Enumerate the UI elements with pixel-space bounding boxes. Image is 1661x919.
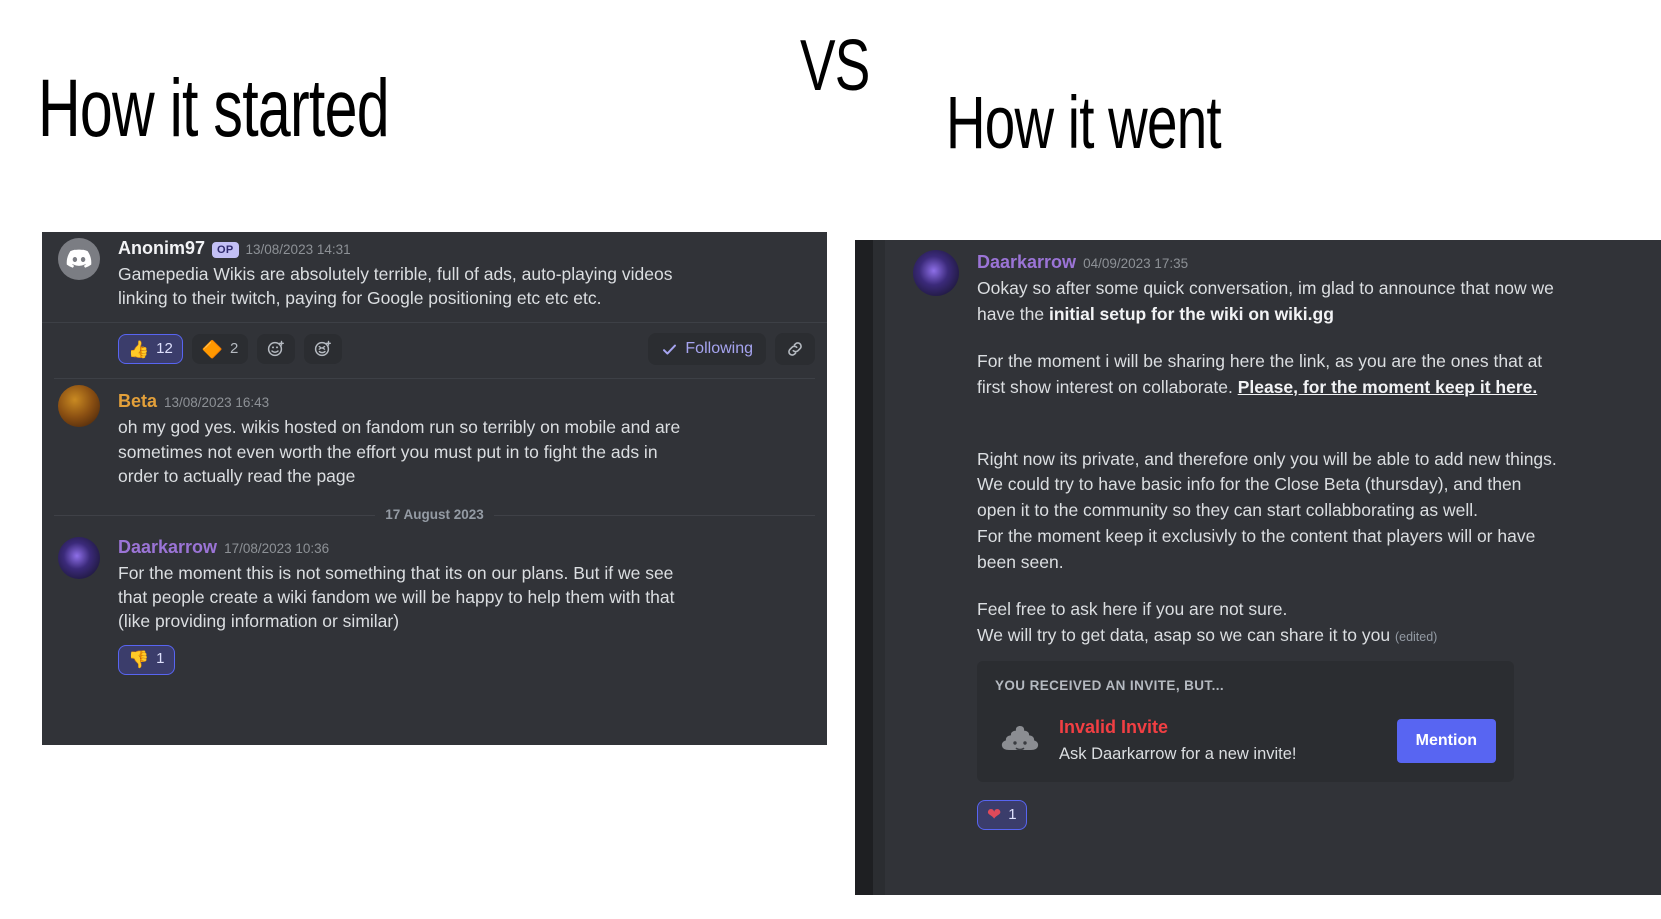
heart-reaction-row: ❤ 1 — [885, 788, 1661, 830]
paragraph-gap-2 — [977, 575, 1621, 597]
embed-row: Invalid Invite Ask Daarkarrow for a new … — [995, 715, 1496, 766]
keep-it-here-emphasis: Please, for the moment keep it here. — [1237, 376, 1538, 397]
link-icon — [788, 342, 802, 357]
reaction-diamond[interactable]: 🔶 2 — [191, 334, 249, 365]
invite-embed: YOU RECEIVED AN INVITE, BUT... Invalid I… — [977, 660, 1514, 782]
date-divider-label: 17 August 2023 — [385, 507, 484, 523]
paragraph-2-line-1: For the moment i will be sharing here th… — [977, 351, 1543, 372]
embed-text: Invalid Invite Ask Daarkarrow for a new … — [1059, 715, 1383, 766]
heart-icon: ❤ — [987, 805, 1002, 825]
timestamp: 17/08/2023 10:36 — [224, 540, 330, 556]
caption-vs: VS — [800, 26, 870, 106]
paragraph-3-line-3: open it to the community so they can sta… — [977, 500, 1478, 521]
message-area: Daarkarrow 04/09/2023 17:35 Ookay so aft… — [885, 240, 1661, 895]
following-label: Following — [685, 340, 753, 358]
username[interactable]: Daarkarrow — [118, 535, 217, 560]
message-text-line-3: (like providing information or similar) — [118, 611, 400, 632]
add-reaction-button-2[interactable] — [304, 334, 343, 365]
reaction-count: 2 — [230, 340, 239, 358]
add-reaction-icon-1 — [268, 341, 285, 357]
caption-how-it-started: How it started — [38, 63, 390, 154]
server-rail — [855, 240, 873, 895]
message-header: Daarkarrow 04/09/2023 17:35 — [977, 250, 1621, 275]
reaction-count: 12 — [156, 340, 173, 358]
message-header: Beta 13/08/2023 16:43 — [118, 389, 815, 414]
message-beta: Beta 13/08/2023 16:43 oh my god yes. wik… — [42, 379, 827, 492]
timestamp: 13/08/2023 14:31 — [245, 242, 351, 257]
meme-page: How it started VS How it went Anonim97 O… — [0, 0, 1661, 919]
paragraph-3-line-5: been seen. — [977, 551, 1064, 572]
paragraph-3-line-1: Right now its private, and therefore onl… — [977, 448, 1557, 469]
divider-line-left — [54, 515, 376, 517]
reaction-thumbs-down[interactable]: 👎 1 — [118, 644, 175, 675]
reaction-count: 1 — [1008, 805, 1017, 823]
copy-link-button[interactable] — [775, 333, 815, 366]
message-header: Daarkarrow 17/08/2023 10:36 — [118, 535, 815, 560]
invalid-invite-title: Invalid Invite — [1059, 717, 1169, 738]
date-divider: 17 August 2023 — [42, 492, 827, 531]
downvote-reaction-row: 👎 1 — [42, 638, 827, 679]
username[interactable]: Daarkarrow — [977, 250, 1076, 275]
add-reaction-icon-2 — [315, 341, 332, 357]
following-button[interactable]: Following — [648, 333, 766, 366]
left-screenshot-panel: Anonim97 OP 13/08/2023 14:31 Gamepedia W… — [42, 232, 827, 745]
caption-how-it-went: How it went — [946, 81, 1222, 164]
timestamp: 13/08/2023 16:43 — [164, 395, 270, 411]
paragraph-1-line-1: Ookay so after some quick conversation, … — [977, 277, 1554, 298]
channel-strip — [873, 240, 885, 895]
username[interactable]: Beta — [118, 389, 157, 414]
poop-icon — [995, 716, 1045, 766]
message-anonim97: Anonim97 OP 13/08/2023 14:31 Gamepedia W… — [42, 232, 827, 314]
paragraph-4-line-2: We will try to get data, asap so we can … — [977, 623, 1621, 649]
message-text-line-1: Gamepedia Wikis are absolutely terrible,… — [118, 263, 673, 284]
add-reaction-button-1[interactable] — [257, 334, 296, 365]
daarkarrow-avatar — [913, 250, 959, 296]
paragraph-1-line-2: have the initial setup for the wiki on w… — [977, 302, 1621, 328]
reaction-heart[interactable]: ❤ 1 — [977, 799, 1027, 830]
message-daarkarrow: Daarkarrow 17/08/2023 10:36 For the mome… — [42, 531, 827, 638]
discord-icon — [66, 249, 92, 268]
beta-helmet-avatar — [58, 385, 100, 428]
paragraph-1-prefix: have the — [977, 303, 1049, 324]
message-text-line-2: that people create a wiki fandom we will… — [118, 586, 675, 607]
right-screenshot-panel: Daarkarrow 04/09/2023 17:35 Ookay so aft… — [855, 240, 1661, 895]
wiki-setup-bold: initial setup for the wiki on wiki.gg — [1049, 303, 1334, 324]
paragraph-4-line-1: Feel free to ask here if you are not sur… — [977, 599, 1288, 620]
message-header: Anonim97 OP 13/08/2023 14:31 — [118, 236, 815, 261]
reaction-thumbs-up[interactable]: 👍 12 — [118, 334, 183, 365]
paragraph-3-line-2: We could try to have basic info for the … — [977, 474, 1522, 495]
thumbs-up-icon: 👍 — [128, 339, 150, 359]
reactions-row: 👍 12 🔶 2 Following — [42, 322, 827, 376]
timestamp: 04/09/2023 17:35 — [1083, 256, 1189, 271]
paragraph-4-text: We will try to get data, asap so we can … — [977, 625, 1395, 646]
diamond-icon: 🔶 — [201, 339, 224, 359]
daarkarrow-avatar — [58, 536, 100, 579]
reaction-count: 1 — [156, 650, 165, 668]
message-text-line-2: sometimes not even worth the effort you … — [118, 441, 658, 462]
embed-header: YOU RECEIVED AN INVITE, BUT... — [995, 677, 1225, 693]
check-icon — [663, 344, 677, 355]
discord-logo-avatar — [58, 238, 100, 280]
op-badge: OP — [212, 242, 239, 259]
message-text-line-1: oh my god yes. wikis hosted on fandom ru… — [118, 417, 681, 438]
poop-glyph — [1001, 725, 1039, 751]
paragraph-3-line-4: For the moment keep it exclusivly to the… — [977, 525, 1536, 546]
message-text-line-3: order to actually read the page — [118, 465, 356, 486]
paragraph-2-line-2: first show interest on collaborate. Plea… — [977, 375, 1621, 401]
username[interactable]: Anonim97 — [118, 236, 205, 261]
message-text-line-1: For the moment this is not something tha… — [118, 562, 674, 583]
message-daarkarrow-announcement: Daarkarrow 04/09/2023 17:35 Ookay so aft… — [885, 240, 1661, 788]
invalid-invite-subtitle: Ask Daarkarrow for a new invite! — [1059, 745, 1297, 764]
edited-marker: (edited) — [1394, 630, 1438, 645]
paragraph-2-prefix: first show interest on collaborate. — [977, 376, 1238, 397]
message-text-line-2: linking to their twitch, paying for Goog… — [118, 288, 602, 309]
divider-line-right — [493, 515, 816, 517]
mention-button[interactable]: Mention — [1396, 718, 1496, 763]
paragraph-gap-large — [977, 401, 1621, 447]
thumbs-down-icon: 👎 — [128, 650, 150, 670]
